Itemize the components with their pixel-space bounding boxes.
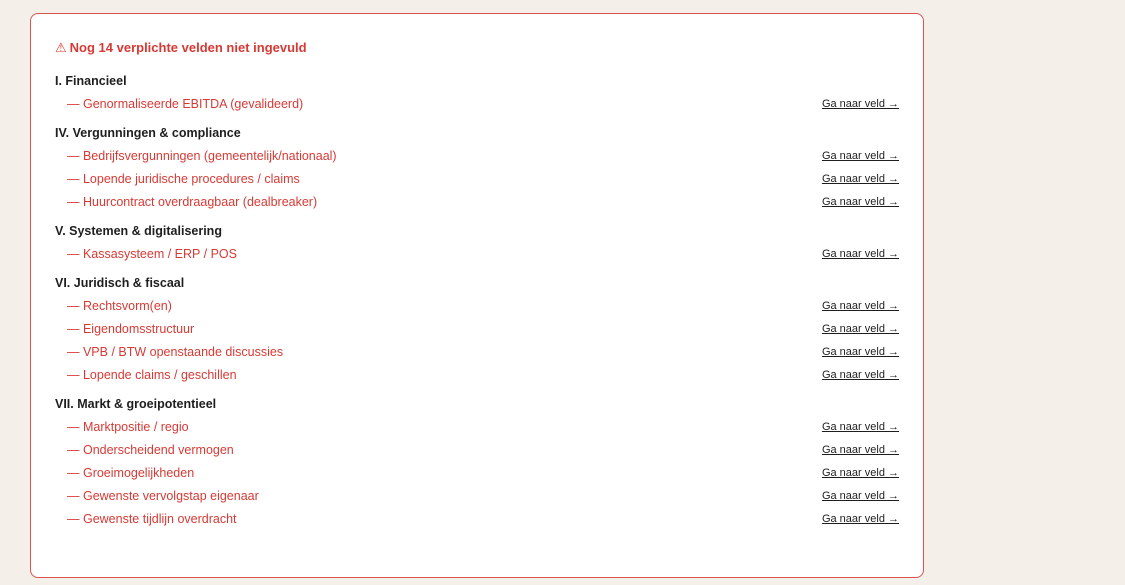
missing-field-row: — Kassasysteem / ERP / POS Ga naar veld → [55,242,899,265]
go-to-field-link[interactable]: Ga naar veld → [822,196,899,208]
warning-icon: ⚠ [55,40,67,55]
go-to-field-link[interactable]: Ga naar veld → [822,346,899,358]
section-title: V. Systemen & digitalisering [55,224,222,238]
missing-field-label: — Kassasysteem / ERP / POS [67,246,237,261]
missing-field-row: — Onderscheidend vermogen Ga naar veld → [55,438,899,461]
go-to-field-link[interactable]: Ga naar veld → [822,150,899,162]
section-title: VI. Juridisch & fiscaal [55,276,185,290]
missing-field-label: — Lopende claims / geschillen [67,367,237,382]
missing-field-row: — Eigendomsstructuur Ga naar veld → [55,317,899,340]
missing-field-row: — VPB / BTW openstaande discussies Ga naa… [55,340,899,363]
go-to-field-link[interactable]: Ga naar veld → [822,98,899,110]
missing-field-label: — Groeimogelijkheden [67,465,195,480]
go-to-field-link[interactable]: Ga naar veld → [822,248,899,260]
missing-field-label: — VPB / BTW openstaande discussies [67,344,284,359]
section: VII. Markt & groeipotentieel — Marktposit… [55,396,899,530]
missing-field-row: — Gewenste vervolgstap eigenaar Ga naar v… [55,484,899,507]
missing-field-row: — Groeimogelijkheden Ga naar veld → [55,461,899,484]
sections-list: I. Financieel — Genormaliseerde EBITDA (g… [55,73,899,530]
missing-fields-panel: ⚠ Nog 14 verplichte velden niet ingevuld … [30,13,924,578]
go-to-field-link[interactable]: Ga naar veld → [822,490,899,502]
go-to-field-link[interactable]: Ga naar veld → [822,300,899,312]
missing-field-label: — Gewenste tijdlijn overdracht [67,511,237,526]
section-title: IV. Vergunningen & compliance [55,126,241,140]
section-title: I. Financieel [55,74,127,88]
section: IV. Vergunningen & compliance — Bedrijfsv… [55,125,899,213]
go-to-field-link[interactable]: Ga naar veld → [822,173,899,185]
go-to-field-link[interactable]: Ga naar veld → [822,513,899,525]
missing-field-row: — Gewenste tijdlijn overdracht Ga naar ve… [55,507,899,530]
missing-field-label: — Gewenste vervolgstap eigenaar [67,488,259,503]
go-to-field-link[interactable]: Ga naar veld → [822,421,899,433]
go-to-field-link[interactable]: Ga naar veld → [822,369,899,381]
missing-field-label: — Huurcontract overdraagbaar (dealbreake… [67,194,318,209]
missing-field-label: — Lopende juridische procedures / claims [67,171,300,186]
missing-fields-heading: ⚠ Nog 14 verplichte velden niet ingevuld [55,40,899,56]
missing-field-row: — Marktpositie / regio Ga naar veld → [55,415,899,438]
missing-field-label: — Marktpositie / regio [67,419,189,434]
missing-field-label: — Rechtsvorm(en) [67,298,172,313]
section: I. Financieel — Genormaliseerde EBITDA (g… [55,73,899,115]
missing-field-row: — Huurcontract overdraagbaar (dealbreake… [55,190,899,213]
go-to-field-link[interactable]: Ga naar veld → [822,467,899,479]
missing-fields-title: Nog 14 verplichte velden niet ingevuld [69,40,307,55]
missing-field-label: — Onderscheidend vermogen [67,442,234,457]
missing-field-row: — Bedrijfsvergunningen (gemeentelijk/nat… [55,144,899,167]
missing-field-row: — Rechtsvorm(en) Ga naar veld → [55,294,899,317]
missing-field-label: — Genormaliseerde EBITDA (gevalideerd) [67,96,304,111]
go-to-field-link[interactable]: Ga naar veld → [822,323,899,335]
section-title: VII. Markt & groeipotentieel [55,397,217,411]
section: V. Systemen & digitalisering — Kassasyste… [55,223,899,265]
missing-field-row: — Genormaliseerde EBITDA (gevalideerd) Ga… [55,92,899,115]
missing-field-label: — Bedrijfsvergunningen (gemeentelijk/nat… [67,148,337,163]
missing-field-row: — Lopende juridische procedures / claims… [55,167,899,190]
section: VI. Juridisch & fiscaal — Rechtsvorm(en) G… [55,275,899,386]
missing-field-row: — Lopende claims / geschillen Ga naar vel… [55,363,899,386]
missing-field-label: — Eigendomsstructuur [67,321,195,336]
go-to-field-link[interactable]: Ga naar veld → [822,444,899,456]
